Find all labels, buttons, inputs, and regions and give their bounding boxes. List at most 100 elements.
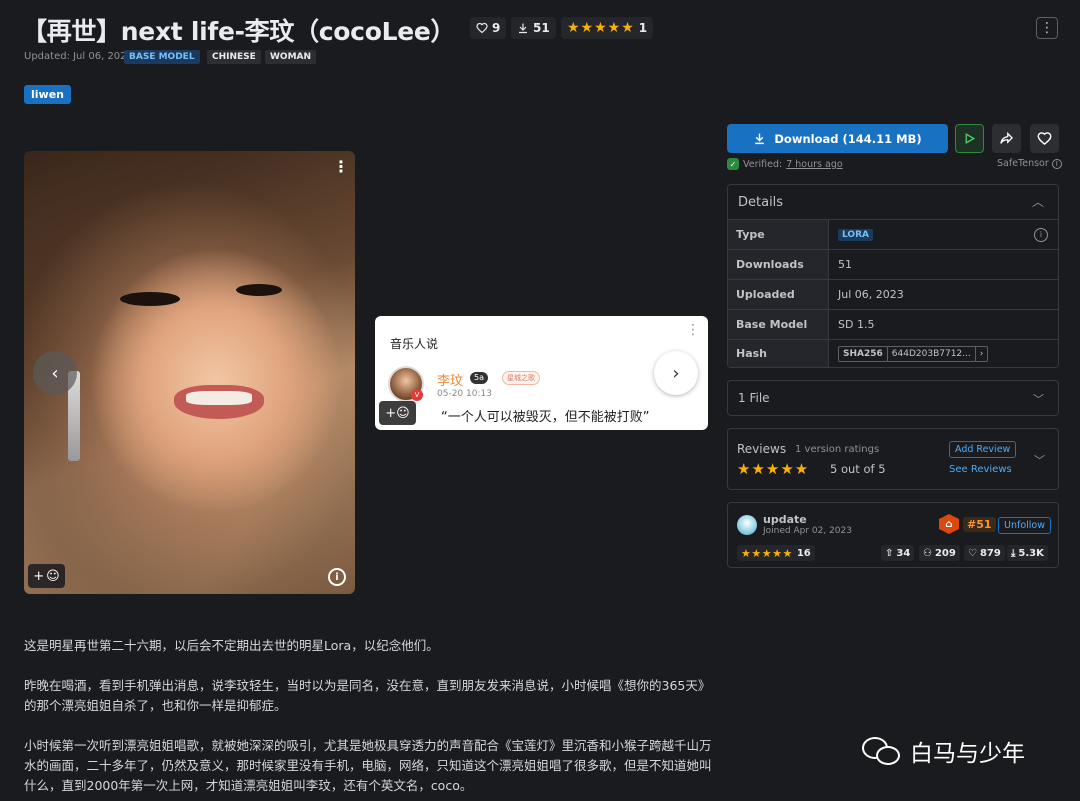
detail-key: Type [728,220,829,249]
image-menu-icon[interactable]: ⋮ [333,157,349,176]
watermark-text: 白马与少年 [910,741,1025,767]
followers-count: 209 [934,547,956,559]
details-header[interactable]: Details ︿ [727,184,1059,220]
creator-card: update Joined Apr 02, 2023 ⌂ #51 Unfollo… [727,502,1059,568]
add-review-button[interactable]: Add Review [949,441,1017,458]
star-rating-icon: ★★★★★ [741,546,793,560]
download-label: Download (144.11 MB) [774,131,922,146]
rating-count: 1 [638,21,648,35]
info-icon[interactable]: i [1051,158,1062,169]
chevron-up-icon: ︿ [1031,195,1044,209]
photo-detail [120,292,180,306]
more-options-button[interactable]: ⋮ [1036,17,1058,39]
creator-rank: ⌂ #51 [939,514,996,534]
card-quote: “一个人可以被毁灭，但不能被打败” [441,410,650,425]
chevron-right-icon: › [672,362,680,384]
verified-status: ✓ Verified: 7 hours ago [727,158,843,170]
download-icon: ⤓ [1011,547,1016,559]
updated-date: Updated: Jul 06, 2023 [24,51,133,62]
detail-key: Hash [728,340,829,367]
run-button[interactable] [955,124,984,153]
safetensor-label: SafeTensor i [997,158,1062,169]
card-time: 05-20 10:13 [437,389,492,399]
chevron-down-icon[interactable]: ﹀ [1034,452,1045,468]
hash-copy[interactable]: SHA256 644D203B7712... › [838,345,989,362]
safetensor-text: SafeTensor [997,158,1049,169]
model-title: 【再世】next life-李玟（cocoLee） [22,17,456,46]
download-icon [755,133,765,145]
share-button[interactable] [992,124,1021,153]
detail-row-downloads: Downloads 51 [727,250,1059,280]
medal-badge: 星城之歌 [502,371,540,385]
verified-v-icon: V [411,389,423,401]
badge-chinese: CHINESE [207,50,261,64]
download-button[interactable]: Download (144.11 MB) [727,124,948,153]
downloads-stat: 51 [511,17,556,39]
smile-icon: ☺ [46,568,60,584]
creator-rating-count: 16 [796,547,811,559]
tag-liwen[interactable]: liwen [24,85,71,104]
rank-number: #51 [963,516,996,532]
star-rating-icon: ★★★★★ [737,460,810,478]
rating-stat: ★★★★★ 1 [561,17,654,39]
type-badge: LORA [838,228,873,241]
add-reaction-button[interactable]: + ☺ [379,401,416,425]
detail-row-hash: Hash SHA256 644D203B7712... › [727,340,1059,368]
reviews-panel: Reviews 1 version ratings ★★★★★ 5 out of… [727,428,1059,490]
chevron-left-icon: ‹ [51,362,59,384]
reviews-subtitle: 1 version ratings [795,444,880,455]
see-reviews-link[interactable]: See Reviews [949,464,1012,475]
photo-detail [186,391,252,405]
detail-row-uploaded: Uploaded Jul 06, 2023 [727,280,1059,310]
details-title: Details [738,195,784,210]
creator-followers: ⚇ 209 [919,545,960,561]
creator-name[interactable]: update [763,513,807,526]
hash-algo[interactable]: SHA256 [839,346,888,361]
smile-icon: ☺ [396,405,410,421]
photo-detail [236,284,282,296]
unfollow-button[interactable]: Unfollow [998,517,1051,534]
add-reaction-button[interactable]: + ☺ [28,564,65,588]
avatar[interactable] [737,515,757,535]
description-paragraph: 这是明星再世第二十六期，以后会不定期出去世的明星Lora，以纪念他们。 [24,638,439,653]
star-rating-icon: ★★★★★ [567,20,635,36]
play-icon [965,133,976,144]
hash-value[interactable]: 644D203B7712... [888,347,975,361]
detail-key: Uploaded [728,280,829,309]
plus-icon: + [33,568,45,584]
rank-badge-icon: ⌂ [939,514,959,534]
upload-icon: ⇧ [885,547,894,559]
likes-count: 9 [492,21,501,35]
creator-downloads: ⤓ 5.3K [1007,545,1048,561]
info-icon[interactable]: i [328,568,346,586]
badge-base-model: BASE MODEL [124,50,200,64]
creator-likes: ♡ 879 [964,545,1005,561]
creator-joined: Joined Apr 02, 2023 [763,526,852,536]
shield-check-icon: ✓ [727,158,739,170]
image-menu-icon[interactable]: ⋮ [686,322,700,338]
verified-time[interactable]: 7 hours ago [786,159,842,170]
carousel-next-button[interactable]: › [654,351,698,395]
description-paragraph: 小时候第一次听到漂亮姐姐唱歌，就被她深深的吸引，尤其是她极具穿透力的声音配合《宝… [24,738,712,793]
likes-count: 879 [979,547,1001,559]
reviews-title: Reviews [737,442,787,456]
description-paragraph: 昨晚在喝酒，看到手机弹出消息，说李玟轻生，当时以为是同名，没在意，直到朋友发来消… [24,678,711,713]
heart-icon: ♡ [968,547,977,559]
carousel-prev-button[interactable]: ‹ [33,351,77,395]
files-accordion[interactable]: 1 File ﹀ [727,380,1059,416]
detail-value: SD 1.5 [838,318,875,331]
plus-icon: + [385,405,397,421]
badge-woman: WOMAN [265,50,317,64]
creator-rating: ★★★★★ 16 [737,545,815,561]
like-button[interactable] [1030,124,1059,153]
detail-key: Base Model [728,310,829,339]
creator-uploads: ⇧ 34 [881,545,915,561]
chevron-right-icon[interactable]: › [974,346,988,361]
info-icon[interactable]: i [1034,227,1048,242]
verified-label: Verified: [743,158,783,170]
detail-row-type: Type LORA i [727,220,1059,250]
downloads-count: 5.3K [1018,547,1044,559]
card-title: 音乐人说 [390,337,439,351]
detail-value: Jul 06, 2023 [838,288,904,301]
uploads-count: 34 [896,547,911,559]
